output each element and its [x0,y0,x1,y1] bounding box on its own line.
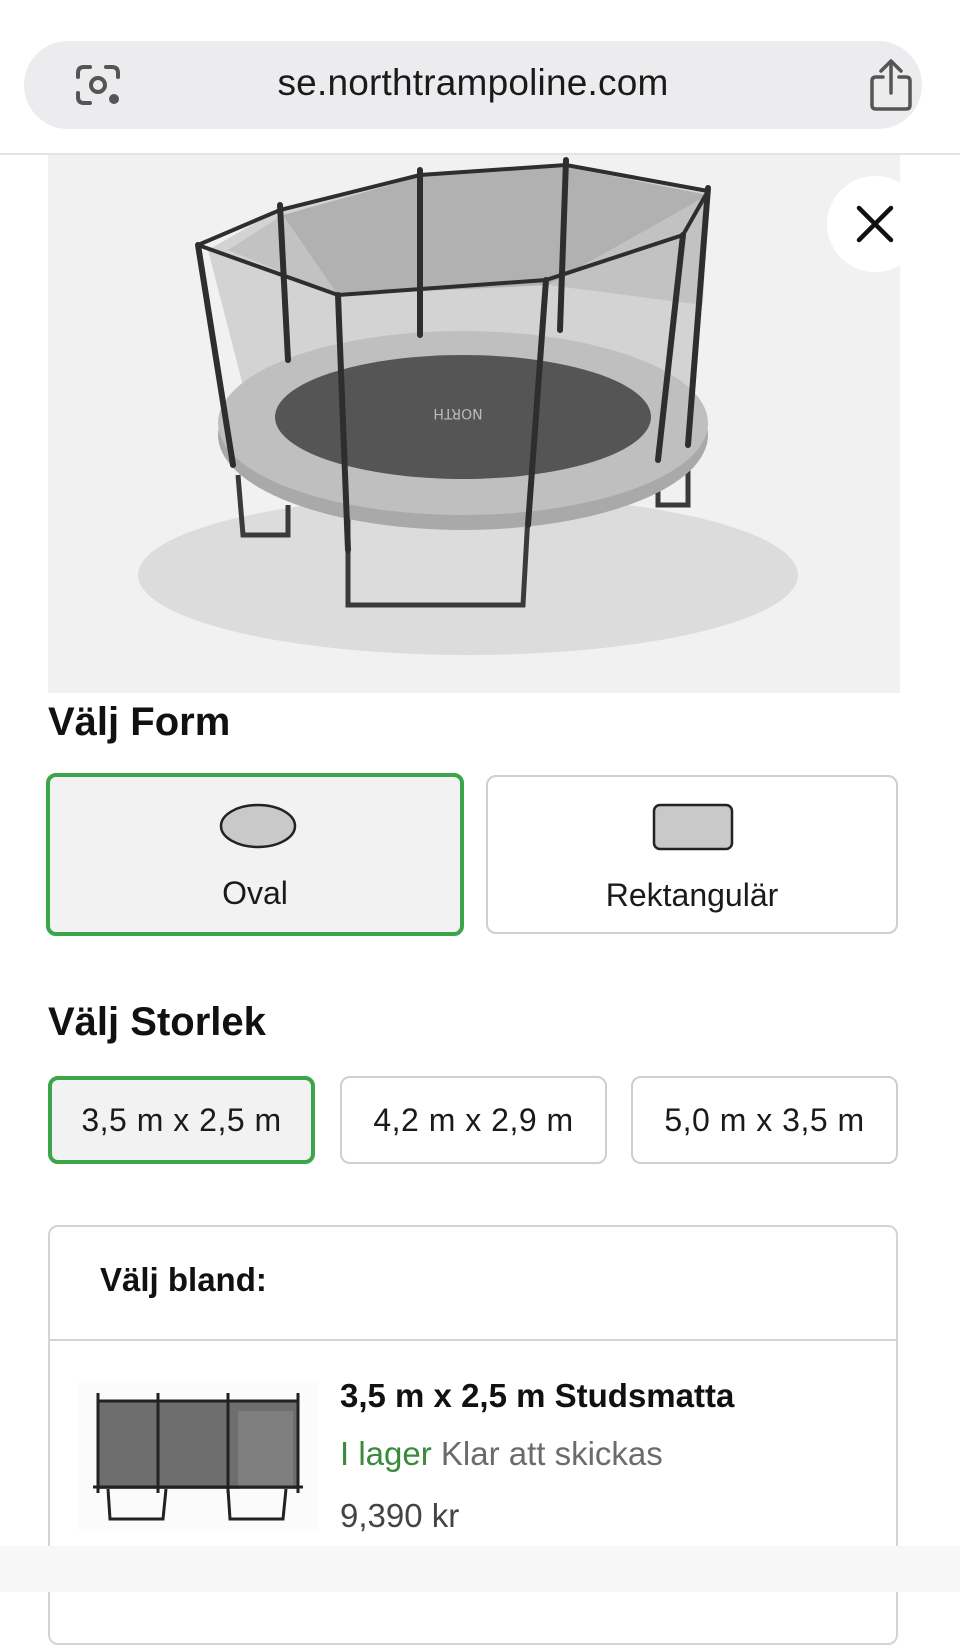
share-icon[interactable] [866,57,916,113]
close-icon[interactable] [855,204,895,244]
close-button[interactable] [827,176,923,272]
product-image: NORTH [48,155,900,693]
product-thumbnail[interactable] [78,1381,318,1531]
size-section-title: Välj Storlek [48,1000,266,1044]
shape-section-title: Välj Form [48,700,231,744]
browser-address-bar[interactable]: se.northtrampoline.com [24,41,922,129]
product-name[interactable]: 3,5 m x 2,5 m Studsmatta [340,1377,734,1415]
shape-option-rectangle[interactable]: Rektangulär [486,775,898,934]
shape-option-label: Rektangulär [605,877,779,913]
product-price: 9,390 kr [340,1497,460,1534]
product-availability: I lager Klar att skickas [340,1435,663,1473]
trampoline-illustration: NORTH [138,157,798,655]
shipping-status: Klar att skickas [440,1435,663,1472]
stock-status: I lager [340,1435,432,1472]
size-option-4-2x2-9[interactable]: 4,2 m x 2,9 m [340,1076,607,1164]
size-option-3-5x2-5[interactable]: 3,5 m x 2,5 m [48,1076,315,1164]
rectangle-shape-icon [652,803,734,851]
shape-option-label: Oval [222,875,288,911]
bottom-toolbar-edge [0,1546,960,1592]
trampoline-thumbnail-illustration [93,1393,303,1521]
shape-option-oval[interactable]: Oval [46,773,464,936]
choose-among-title: Välj bland: [100,1261,267,1298]
oval-shape-icon [219,803,297,849]
brand-mark: NORTH [433,405,482,421]
size-option-5-0x3-5[interactable]: 5,0 m x 3,5 m [631,1076,898,1164]
url-text[interactable]: se.northtrampoline.com [24,41,922,129]
card-divider [50,1339,896,1341]
